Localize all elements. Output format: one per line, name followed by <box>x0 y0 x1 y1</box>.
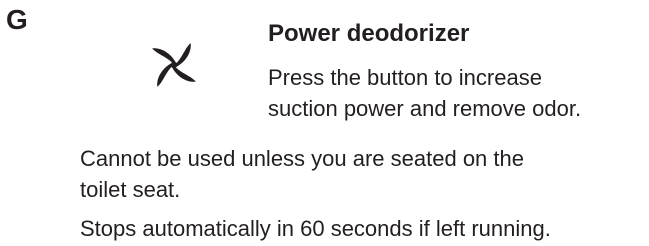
description-line: Press the button to increase <box>268 65 542 90</box>
section-letter: G <box>6 4 28 35</box>
feature-description: Press the button to increase suction pow… <box>268 62 646 124</box>
note-seated-requirement: Cannot be used unless you are seated on … <box>80 143 524 205</box>
description-line: suction power and remove odor. <box>268 96 582 121</box>
note-line: Cannot be used unless you are seated on … <box>80 146 524 171</box>
note-line: Stops automatically in 60 seconds if lef… <box>80 216 551 241</box>
fan-icon <box>152 43 196 87</box>
note-line: toilet seat. <box>80 177 181 202</box>
feature-title: Power deodorizer <box>268 20 470 47</box>
note-auto-stop: Stops automatically in 60 seconds if lef… <box>80 213 551 244</box>
